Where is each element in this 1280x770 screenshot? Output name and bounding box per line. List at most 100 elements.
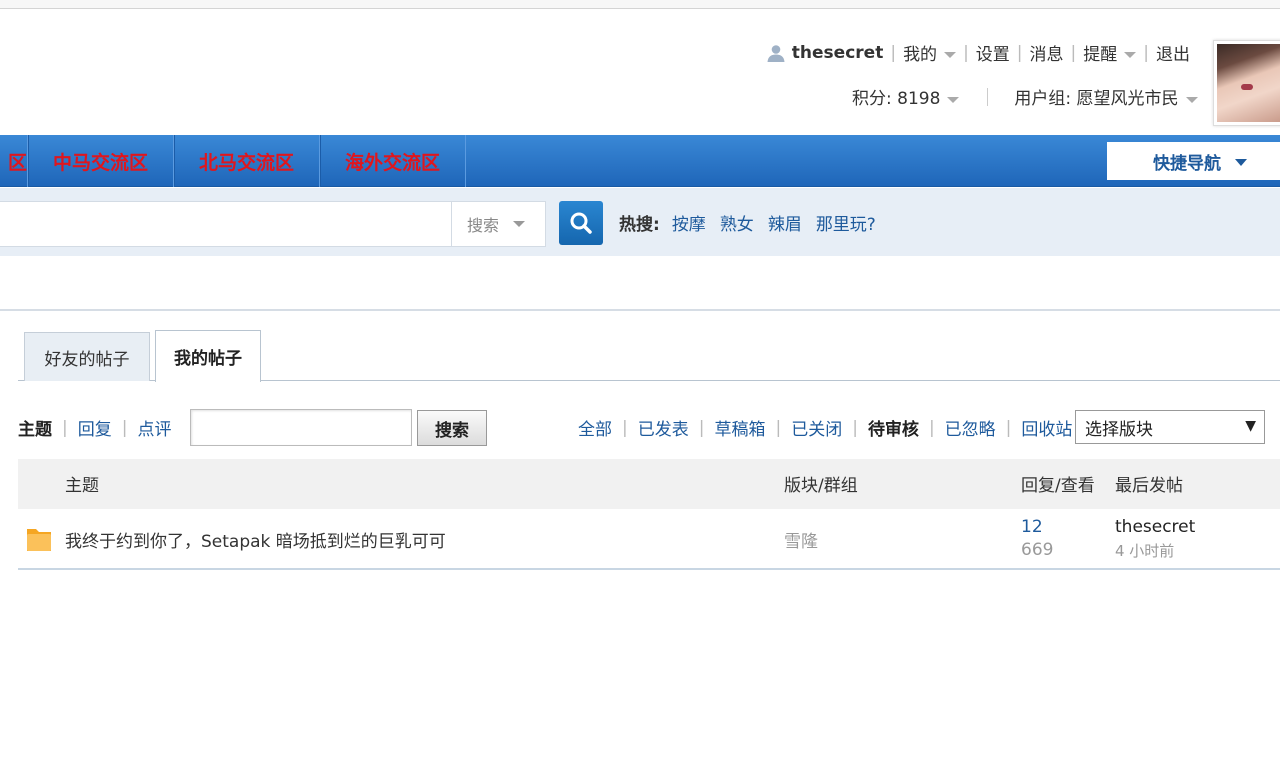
search-input[interactable] xyxy=(0,201,452,247)
status-all[interactable]: 全部 xyxy=(578,415,612,440)
separator: | xyxy=(1005,417,1012,438)
tab-friends-posts[interactable]: 好友的帖子 xyxy=(24,332,150,381)
nav-item-label: 海外交流区 xyxy=(345,151,441,174)
logout-link[interactable]: 退出 xyxy=(1156,40,1190,65)
keyword-input[interactable] xyxy=(190,409,412,446)
header-stats: 回复/查看 xyxy=(1021,476,1095,496)
hot-search: 热搜: 按摩 熟女 辣眉 那里玩? xyxy=(619,210,890,235)
separator: | xyxy=(890,42,897,63)
credits-label: 积分: 8198 xyxy=(852,89,941,109)
status-ignored[interactable]: 已忽略 xyxy=(945,415,996,440)
posts-table: 主题 版块/群组 回复/查看 最后发帖 我终于约到你了，Setapak 暗场抵到… xyxy=(18,459,1280,570)
hot-term-link[interactable]: 熟女 xyxy=(720,210,754,235)
notifications-menu[interactable]: 提醒 xyxy=(1083,40,1137,65)
filter-topic[interactable]: 主题 xyxy=(18,415,52,440)
separator: | xyxy=(852,417,858,438)
user-icon xyxy=(767,44,785,62)
user-group-menu[interactable]: 用户组: 愿望风光市民 xyxy=(1014,84,1198,109)
nav-item-central[interactable]: 中马交流区 xyxy=(27,135,173,187)
header-forum: 版块/群组 xyxy=(784,476,858,496)
last-post-time[interactable]: 4 小时前 xyxy=(1115,540,1174,561)
separator: | xyxy=(62,417,68,438)
post-tabs: 好友的帖子 我的帖子 xyxy=(18,330,1280,382)
filter-comment[interactable]: 点评 xyxy=(137,415,171,440)
chevron-down-icon xyxy=(1124,52,1137,58)
my-menu[interactable]: 我的 xyxy=(903,40,957,65)
keyword-search-button[interactable]: 搜索 xyxy=(417,410,487,446)
avatar[interactable] xyxy=(1213,40,1280,126)
tab-my-posts[interactable]: 我的帖子 xyxy=(155,330,261,382)
forum-select-label: 选择版块 xyxy=(1085,419,1153,440)
separator: | xyxy=(698,417,705,438)
table-row: 我终于约到你了，Setapak 暗场抵到烂的巨乳可可 雪隆 12 669 the… xyxy=(18,509,1280,570)
quick-nav-button[interactable]: 快捷导航 xyxy=(1107,142,1280,180)
header-last-post: 最后发帖 xyxy=(1115,476,1183,496)
separator: | xyxy=(963,42,969,63)
topic-title-link[interactable]: 我终于约到你了，Setapak 暗场抵到烂的巨乳可可 xyxy=(65,527,446,552)
main-nav: 区 中马交流区 北马交流区 海外交流区 快捷导航 xyxy=(0,135,1280,187)
hot-term-link[interactable]: 那里玩? xyxy=(816,210,876,235)
quick-nav-label: 快捷导航 xyxy=(1153,153,1221,174)
credit-bar: 积分: 8198 用户组: 愿望风光市民 xyxy=(852,84,1198,109)
separator: | xyxy=(775,417,782,438)
nav-item-label: 北马交流区 xyxy=(199,151,295,174)
separator xyxy=(987,87,989,106)
my-menu-label: 我的 xyxy=(903,45,938,65)
search-scope-label: 搜索 xyxy=(467,216,500,235)
chevron-down-icon xyxy=(1185,97,1198,103)
nav-item-north[interactable]: 北马交流区 xyxy=(173,135,319,187)
status-published[interactable]: 已发表 xyxy=(638,415,689,440)
header-topic: 主题 xyxy=(65,476,99,496)
type-filter: 主题 | 回复 | 点评 xyxy=(18,415,171,441)
notifications-label: 提醒 xyxy=(1083,45,1118,65)
forum-select[interactable]: 选择版块 ▼ xyxy=(1075,410,1265,444)
nav-item-label: 中马交流区 xyxy=(53,151,149,174)
search-button[interactable] xyxy=(559,201,603,245)
search-icon xyxy=(570,212,592,234)
status-closed[interactable]: 已关闭 xyxy=(791,415,842,440)
nav-item-overseas[interactable]: 海外交流区 xyxy=(319,135,467,187)
status-recycle-bin[interactable]: 回收站 xyxy=(1021,415,1072,440)
username-link[interactable]: thesecret xyxy=(792,43,884,63)
separator: | xyxy=(622,417,628,438)
browser-top-rule xyxy=(0,0,1280,9)
hot-term-link[interactable]: 辣眉 xyxy=(768,210,802,235)
hot-search-label: 热搜: xyxy=(619,215,660,235)
last-post-user-link[interactable]: thesecret xyxy=(1115,517,1195,537)
folder-icon xyxy=(27,529,51,551)
separator: | xyxy=(1016,42,1023,63)
status-drafts[interactable]: 草稿箱 xyxy=(714,415,765,440)
separator: | xyxy=(928,417,935,438)
site-header xyxy=(0,10,1280,135)
separator: | xyxy=(1070,42,1077,63)
filter-bar: 主题 | 回复 | 点评 搜索 全部 | 已发表 | 草稿箱 | 已关闭 | 待… xyxy=(18,409,1280,447)
user-group-label: 用户组: 愿望风光市民 xyxy=(1014,89,1179,109)
table-header: 主题 版块/群组 回复/查看 最后发帖 xyxy=(18,459,1280,509)
user-menu-bar: thesecret | 我的 | 设置 | 消息 | 提醒 | 退出 xyxy=(766,40,1190,65)
separator: | xyxy=(1143,42,1149,63)
hot-term-link[interactable]: 按摩 xyxy=(672,210,706,235)
topic-forum-link[interactable]: 雪隆 xyxy=(784,527,818,552)
status-filter: 全部 | 已发表 | 草稿箱 | 已关闭 | 待审核 | 已忽略 | 回收站 xyxy=(578,415,1072,441)
filter-reply[interactable]: 回复 xyxy=(78,415,112,440)
chevron-down-icon xyxy=(944,52,957,58)
status-pending[interactable]: 待审核 xyxy=(868,415,919,440)
credits-menu[interactable]: 积分: 8198 xyxy=(852,84,960,109)
topic-replies-count[interactable]: 12 xyxy=(1021,517,1043,537)
chevron-down-icon xyxy=(1235,158,1247,166)
nav-item-partial[interactable]: 区 xyxy=(0,135,27,187)
settings-link[interactable]: 设置 xyxy=(976,40,1010,65)
avatar-photo xyxy=(1217,44,1280,122)
separator: | xyxy=(121,417,128,438)
chevron-down-icon xyxy=(947,97,960,103)
section-divider xyxy=(0,309,1280,311)
messages-link[interactable]: 消息 xyxy=(1030,40,1064,65)
search-bar: 搜索 热搜: 按摩 熟女 辣眉 那里玩? xyxy=(0,188,1280,256)
topic-views-count: 669 xyxy=(1021,540,1054,560)
dropdown-arrow-icon: ▼ xyxy=(1245,418,1256,434)
tab-label: 好友的帖子 xyxy=(44,349,130,370)
tab-label: 我的帖子 xyxy=(174,349,242,369)
nav-item-label: 区 xyxy=(7,151,27,174)
chevron-down-icon xyxy=(513,221,526,227)
search-scope-select[interactable]: 搜索 xyxy=(451,201,546,247)
